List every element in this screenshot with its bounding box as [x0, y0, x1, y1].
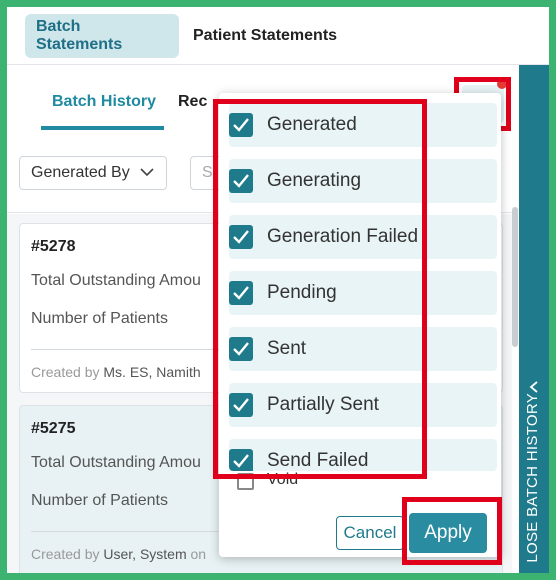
created-by-meta: Created by Ms. ES, Namith [31, 364, 201, 380]
outstanding-amount-label: Total Outstanding Amou [31, 272, 201, 289]
app-frame: Batch Statements Patient Statements Batc… [7, 7, 549, 573]
created-on-prefix: on [190, 546, 207, 562]
generated-by-dropdown[interactable]: Generated By [19, 156, 167, 190]
patients-count-label: Number of Patients [31, 310, 168, 327]
batch-id: #5275 [31, 420, 76, 437]
top-tab-bar: Batch Statements Patient Statements [7, 7, 549, 65]
batch-id: #5278 [31, 238, 76, 255]
chevron-left-icon [529, 381, 538, 393]
patients-count-label: Number of Patients [31, 492, 168, 509]
close-batch-history-label: LOSE BATCH HISTORY [524, 393, 541, 563]
outstanding-amount-label: Total Outstanding Amou [31, 454, 201, 471]
chevron-down-icon [140, 168, 154, 177]
tab-batch-statements[interactable]: Batch Statements [25, 14, 179, 58]
created-by-prefix: Created by [31, 364, 100, 380]
tab-batch-history[interactable]: Batch History [52, 93, 156, 111]
highlight-apply-button [402, 497, 502, 565]
generated-by-label: Generated By [31, 164, 130, 181]
created-by-prefix: Created by [31, 546, 100, 562]
tab-recurring[interactable]: Rec [178, 93, 207, 111]
created-by-name: User, System [103, 546, 187, 562]
close-batch-history-panel[interactable]: LOSE BATCH HISTORY [519, 65, 549, 573]
created-by-name: Ms. ES, Namith [103, 364, 201, 380]
cancel-button[interactable]: Cancel [336, 516, 404, 550]
tab-patient-statements[interactable]: Patient Statements [182, 14, 348, 58]
list-scrollbar[interactable] [512, 207, 518, 347]
highlight-status-options [213, 99, 427, 479]
created-by-meta: Created by User, System on [31, 546, 206, 562]
active-tab-underline [41, 126, 164, 130]
